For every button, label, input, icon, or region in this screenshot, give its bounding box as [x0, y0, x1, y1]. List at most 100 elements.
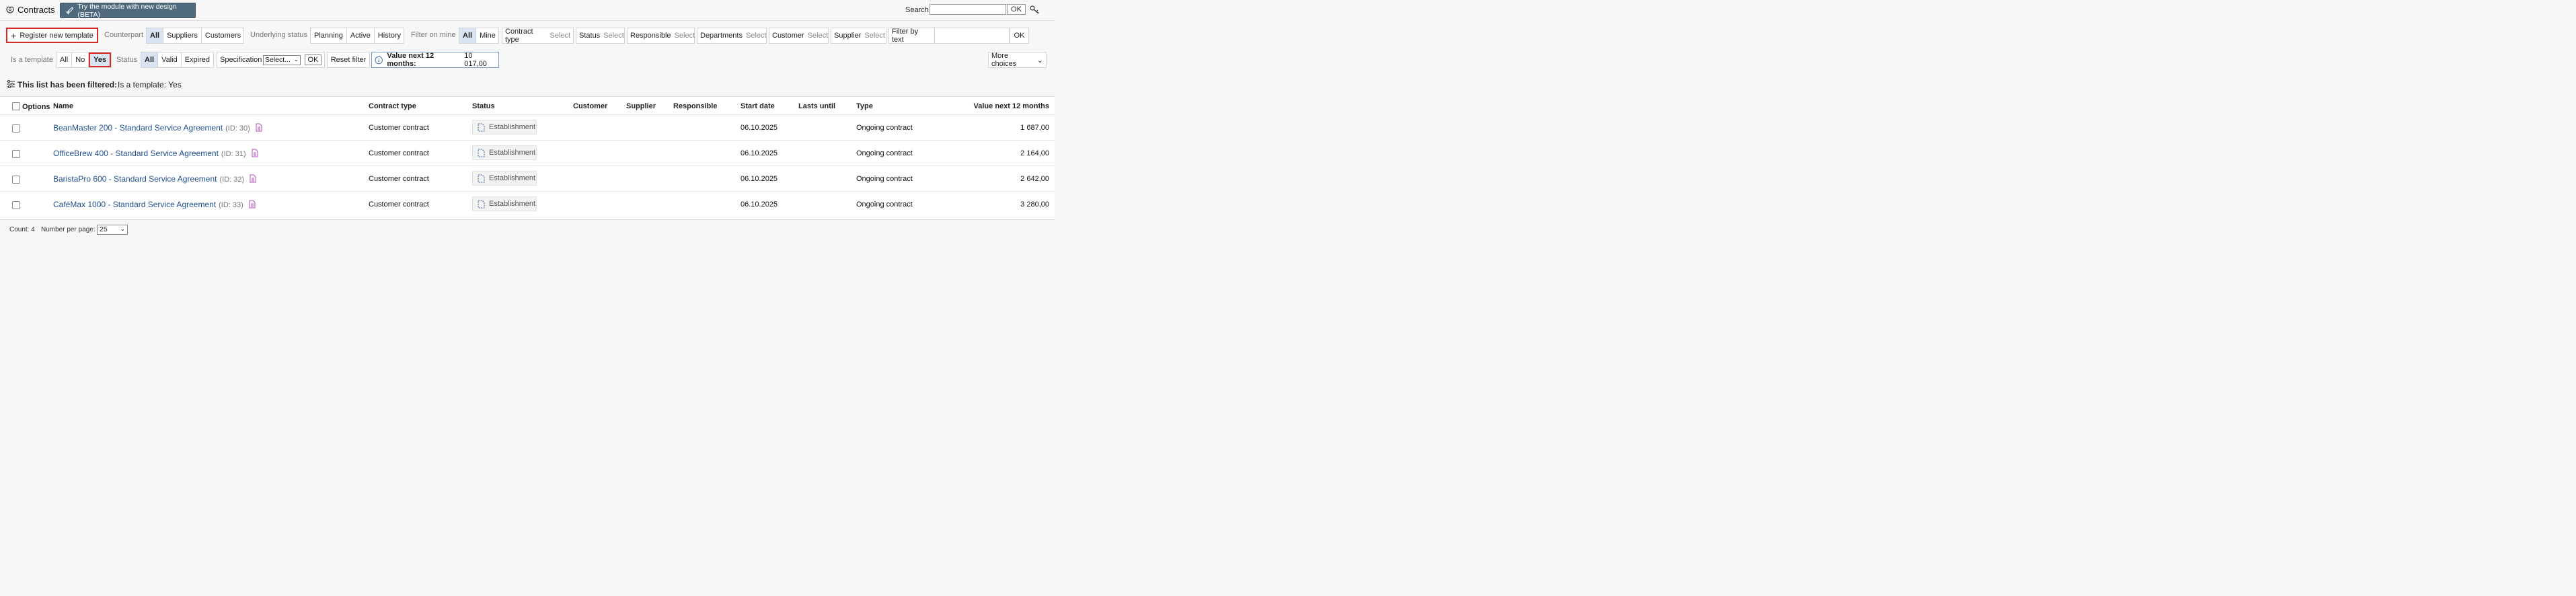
- row-checkbox[interactable]: [12, 124, 20, 133]
- establishment-icon: [478, 200, 485, 208]
- contract-name-link[interactable]: BaristaPro 600 - Standard Service Agreem…: [53, 174, 256, 184]
- contract-name[interactable]: BaristaPro 600 - Standard Service Agreem…: [53, 174, 217, 184]
- responsible-filter-label: Responsible: [630, 32, 671, 40]
- supplier-filter[interactable]: Supplier Select: [831, 28, 886, 44]
- value-summary-label: Value next 12 months:: [387, 52, 434, 68]
- count-label: Count: 4: [9, 226, 35, 233]
- page-title: Contracts: [17, 5, 55, 15]
- contract-name-link[interactable]: BeanMaster 200 - Standard Service Agreem…: [53, 123, 262, 133]
- search-label: Search: [905, 6, 929, 14]
- document-icon[interactable]: [250, 174, 256, 183]
- underlying-active[interactable]: Active: [347, 28, 375, 43]
- header-start-date[interactable]: Start date: [741, 102, 775, 110]
- filter-by-text-input[interactable]: [934, 28, 1010, 44]
- document-icon[interactable]: [249, 200, 256, 209]
- contract-type-filter[interactable]: Contract type Select: [502, 28, 574, 44]
- mine-mine[interactable]: Mine: [476, 28, 499, 43]
- try-beta-button[interactable]: Try the module with new design (BETA): [60, 3, 196, 19]
- key-icon[interactable]: [1030, 5, 1040, 15]
- filter-text-ok-button[interactable]: OK: [1010, 28, 1029, 44]
- type-cell: Ongoing contract: [856, 175, 913, 183]
- row-checkbox[interactable]: [12, 176, 20, 184]
- header-contract-type[interactable]: Contract type: [369, 102, 416, 110]
- start-date-cell: 06.10.2025: [741, 200, 778, 209]
- counterpart-label: Counterpart: [104, 31, 144, 39]
- status-filter-label: Status: [579, 32, 601, 40]
- per-page-value: 25: [100, 225, 108, 233]
- header-lasts-until[interactable]: Lasts until: [798, 102, 835, 110]
- underlying-history[interactable]: History: [375, 28, 404, 43]
- underlying-planning[interactable]: Planning: [311, 28, 347, 43]
- underlying-status-label: Underlying status: [250, 31, 307, 39]
- table-row: BeanMaster 200 - Standard Service Agreem…: [0, 114, 1055, 141]
- specification-label: Specification: [220, 56, 262, 64]
- counterpart-all[interactable]: All: [147, 28, 164, 43]
- header-type[interactable]: Type: [856, 102, 873, 110]
- register-new-template-button[interactable]: + Register new template: [6, 28, 98, 43]
- more-choices-label: More choices: [991, 52, 1017, 68]
- status-filter[interactable]: Status Select: [576, 28, 625, 44]
- contract-name[interactable]: CaféMax 1000 - Standard Service Agreemen…: [53, 200, 216, 209]
- reset-filter-button[interactable]: Reset filter: [327, 52, 370, 68]
- document-icon[interactable]: [256, 123, 262, 132]
- header-supplier[interactable]: Supplier: [626, 102, 656, 110]
- register-new-template-label: Register new template: [20, 31, 93, 40]
- search-ok-button[interactable]: OK: [1007, 4, 1026, 15]
- filtered-heading: This list has been filtered:: [17, 80, 118, 89]
- status-badge: Establishment: [472, 120, 537, 135]
- mine-all[interactable]: All: [459, 28, 477, 43]
- per-page-label: Number per page:: [41, 226, 96, 233]
- status2-valid[interactable]: Valid: [158, 52, 182, 67]
- contract-name[interactable]: OfficeBrew 400 - Standard Service Agreem…: [53, 149, 219, 158]
- contract-name-link[interactable]: OfficeBrew 400 - Standard Service Agreem…: [53, 149, 258, 158]
- counterpart-customers[interactable]: Customers: [202, 28, 244, 43]
- template-yes[interactable]: Yes: [89, 52, 111, 67]
- value-cell: 2 642,00: [1020, 175, 1049, 183]
- establishment-icon: [478, 149, 485, 157]
- header-value[interactable]: Value next 12 months: [974, 102, 1049, 110]
- status2-filter: All Valid Expired: [141, 52, 214, 68]
- specification-select[interactable]: Select... ⌄: [263, 55, 301, 65]
- contract-name[interactable]: BeanMaster 200 - Standard Service Agreem…: [53, 123, 223, 133]
- customer-filter-label: Customer: [772, 32, 804, 40]
- status-badge: Establishment: [472, 196, 537, 211]
- header-responsible[interactable]: Responsible: [673, 102, 717, 110]
- underlying-status-filter: Planning Active History: [310, 28, 404, 44]
- contract-name-link[interactable]: CaféMax 1000 - Standard Service Agreemen…: [53, 200, 256, 209]
- status-text: Establishment: [489, 200, 536, 208]
- row-checkbox[interactable]: [12, 150, 20, 158]
- specification-ok-button[interactable]: OK: [305, 54, 321, 65]
- header-options[interactable]: Options: [22, 103, 50, 111]
- status2-all[interactable]: All: [141, 52, 159, 67]
- search-input[interactable]: [930, 4, 1006, 15]
- chevron-down-icon: ⌄: [1036, 56, 1043, 65]
- value-cell: 1 687,00: [1020, 124, 1049, 132]
- status2-expired[interactable]: Expired: [182, 52, 213, 67]
- is-template-filter: All No Yes: [56, 52, 112, 68]
- contracts-logo-icon: [6, 6, 14, 13]
- start-date-cell: 06.10.2025: [741, 124, 778, 132]
- customer-filter[interactable]: Customer Select: [769, 28, 829, 44]
- header-name[interactable]: Name: [53, 102, 73, 110]
- counterpart-suppliers[interactable]: Suppliers: [163, 28, 202, 43]
- header-status[interactable]: Status: [472, 102, 495, 110]
- specification-filter: Specification Select... ⌄ OK: [217, 52, 325, 68]
- status-badge: Establishment: [472, 145, 537, 160]
- departments-filter[interactable]: Departments Select: [697, 28, 767, 44]
- template-all[interactable]: All: [56, 52, 73, 67]
- contract-type-filter-value: Select: [550, 32, 570, 40]
- more-choices-button[interactable]: More choices ⌄: [988, 52, 1047, 68]
- customer-filter-value: Select: [807, 32, 829, 40]
- table-row: CaféMax 1000 - Standard Service Agreemen…: [0, 191, 1055, 217]
- document-icon[interactable]: [252, 149, 258, 157]
- table-row: BaristaPro 600 - Standard Service Agreem…: [0, 165, 1055, 192]
- per-page-select[interactable]: 25 ⌄: [97, 225, 128, 235]
- row-checkbox[interactable]: [12, 201, 20, 209]
- counterpart-filter: All Suppliers Customers: [146, 28, 244, 44]
- responsible-filter[interactable]: Responsible Select: [627, 28, 695, 44]
- header-customer[interactable]: Customer: [573, 102, 607, 110]
- start-date-cell: 06.10.2025: [741, 175, 778, 183]
- mine-filter: All Mine: [459, 28, 499, 44]
- template-no[interactable]: No: [72, 52, 89, 67]
- select-all-checkbox[interactable]: [12, 102, 20, 110]
